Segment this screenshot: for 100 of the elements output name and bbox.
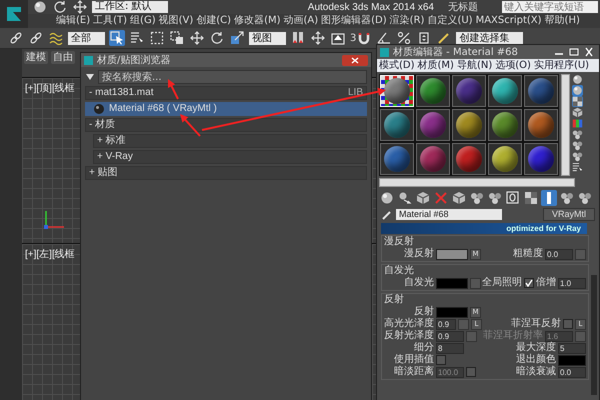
sphere-icon[interactable] xyxy=(32,0,48,15)
search-field[interactable]: 按名称搜索... xyxy=(98,70,367,84)
menu-item[interactable]: 模式(D) xyxy=(379,59,415,72)
spinner-field[interactable]: 5 xyxy=(558,342,586,354)
rotate-icon[interactable] xyxy=(52,0,68,15)
viewport-label[interactable]: [+][左][线框 xyxy=(25,246,75,260)
menu-item[interactable]: 自定义(U) xyxy=(427,14,473,28)
spinner-field[interactable]: 0.9 xyxy=(436,318,456,330)
color-swatch[interactable] xyxy=(558,354,586,366)
wave-icon[interactable] xyxy=(48,30,64,46)
menu-item[interactable]: 修改器(M) xyxy=(234,14,280,28)
spinner-field[interactable]: 0.9 xyxy=(436,330,464,342)
toolbar-dropdown[interactable]: 视图 xyxy=(249,32,286,44)
menu-item[interactable]: 帮助(H) xyxy=(544,14,580,28)
group-header[interactable]: + 贴图 xyxy=(85,166,367,180)
toolbar-dropdown[interactable]: 全部 xyxy=(68,32,105,44)
scrollbar[interactable] xyxy=(591,275,597,395)
menu-item[interactable]: 图形编辑器(D) xyxy=(321,14,387,28)
sphere-icon[interactable] xyxy=(379,190,395,206)
checkbox[interactable] xyxy=(563,319,573,329)
cube-icon[interactable] xyxy=(451,190,467,206)
sphere-icon xyxy=(93,103,105,115)
rollout-title[interactable]: 反射 xyxy=(384,294,404,305)
window-crossing-icon[interactable] xyxy=(169,30,185,46)
dots-icon[interactable] xyxy=(559,190,575,206)
menu-item[interactable]: 材质(M) xyxy=(418,59,454,72)
spinner-field[interactable]: 1.0 xyxy=(558,278,586,288)
rollout-title[interactable]: 自发光 xyxy=(384,265,414,276)
pivot-icon[interactable] xyxy=(310,30,326,46)
spinner-field[interactable]: 8 xyxy=(436,342,464,354)
group-header[interactable]: - mat1381.mat LIB xyxy=(85,86,367,100)
cube-icon[interactable] xyxy=(572,107,583,118)
move-icon[interactable] xyxy=(72,0,88,15)
scrollbar[interactable] xyxy=(379,178,575,187)
command-tab[interactable]: 自由 xyxy=(51,51,75,64)
menu-item[interactable]: 实用程序(U) xyxy=(534,59,590,72)
menu-item[interactable]: 工具(T) xyxy=(93,14,128,28)
dots-icon[interactable] xyxy=(487,190,503,206)
checker-icon[interactable] xyxy=(523,190,539,206)
arrow-icon[interactable] xyxy=(397,190,413,206)
color-swatch[interactable] xyxy=(436,278,468,288)
command-tab[interactable]: 建模 xyxy=(24,51,48,64)
options-icon[interactable] xyxy=(572,129,583,140)
material-type-button[interactable]: VRayMtl xyxy=(542,208,595,221)
snap-icon[interactable] xyxy=(356,30,372,46)
menu-item[interactable]: 编辑(E) xyxy=(56,14,90,28)
tree-icon[interactable] xyxy=(572,162,583,173)
color-swatch[interactable] xyxy=(436,248,468,260)
sphere-icon[interactable] xyxy=(572,85,583,96)
spinner-field[interactable]: 0.0 xyxy=(545,248,573,260)
dots-icon[interactable] xyxy=(572,140,583,151)
category-item[interactable]: + 标准 xyxy=(93,134,367,148)
percent-snap-icon[interactable] xyxy=(396,30,412,46)
mirror-icon[interactable] xyxy=(290,30,306,46)
dots-icon[interactable] xyxy=(577,190,593,206)
dots-icon[interactable] xyxy=(572,151,583,162)
viewport-shade-icon[interactable] xyxy=(541,190,557,206)
category-item[interactable]: + V-Ray xyxy=(93,150,367,164)
checker-icon[interactable] xyxy=(572,96,583,107)
color-bars-icon[interactable] xyxy=(572,118,583,129)
selection-region-icon[interactable] xyxy=(149,30,165,46)
rollout-title[interactable]: 漫反射 xyxy=(384,236,414,247)
menu-item[interactable]: 视图(V) xyxy=(158,14,194,28)
select-icon[interactable] xyxy=(109,30,125,46)
color-swatch[interactable] xyxy=(436,306,468,318)
rotate-icon[interactable] xyxy=(209,30,225,46)
checkbox[interactable] xyxy=(524,278,534,288)
search-field[interactable]: 键入关键字或短语 xyxy=(502,1,598,13)
workspace-dropdown[interactable]: 工作区: 默认 xyxy=(92,1,168,13)
effect-id-icon[interactable] xyxy=(505,190,521,206)
menu-item[interactable]: 导航(N) xyxy=(456,59,492,72)
menu-item[interactable]: MAXScript(X) xyxy=(476,14,542,28)
sphere-icon[interactable] xyxy=(572,74,583,85)
material-item[interactable]: Material #68 ( VRayMtl ) xyxy=(85,102,367,116)
menu-item[interactable]: 创建(C) xyxy=(196,14,232,28)
menu-item[interactable]: 组(G) xyxy=(130,14,156,28)
unlink-icon[interactable] xyxy=(28,30,44,46)
link-icon[interactable] xyxy=(8,30,24,46)
material-name-dropdown[interactable]: Material #68 xyxy=(396,209,502,220)
checkbox[interactable] xyxy=(466,367,476,377)
toolbar-dropdown[interactable]: 创建选择集 xyxy=(456,32,524,44)
spinner-field[interactable]: 0.0 xyxy=(558,366,586,378)
move-icon[interactable] xyxy=(189,30,205,46)
eyedropper-icon[interactable] xyxy=(381,208,393,220)
dots-icon[interactable] xyxy=(469,190,485,206)
group-header[interactable]: - 材质 xyxy=(85,118,367,132)
menu-item[interactable]: 动画(A) xyxy=(284,14,318,28)
angle-snap-icon[interactable] xyxy=(376,30,392,46)
menu-item[interactable]: 渲染(R) xyxy=(390,14,424,28)
checkbox[interactable] xyxy=(436,355,446,365)
scale-icon[interactable] xyxy=(229,30,245,46)
dropdown-triangle-icon[interactable] xyxy=(85,72,95,82)
app-logo[interactable] xyxy=(0,0,28,28)
cube-icon[interactable] xyxy=(415,190,431,206)
menu-item[interactable]: 选项(O) xyxy=(495,59,531,72)
close-icon[interactable] xyxy=(342,54,368,66)
parameter-label: 菲涅耳折射率 xyxy=(483,330,543,342)
viewport-label[interactable]: [+][顶][线框 xyxy=(25,81,75,95)
scrollbar[interactable] xyxy=(561,74,570,176)
maximize-icon[interactable] xyxy=(567,47,581,57)
